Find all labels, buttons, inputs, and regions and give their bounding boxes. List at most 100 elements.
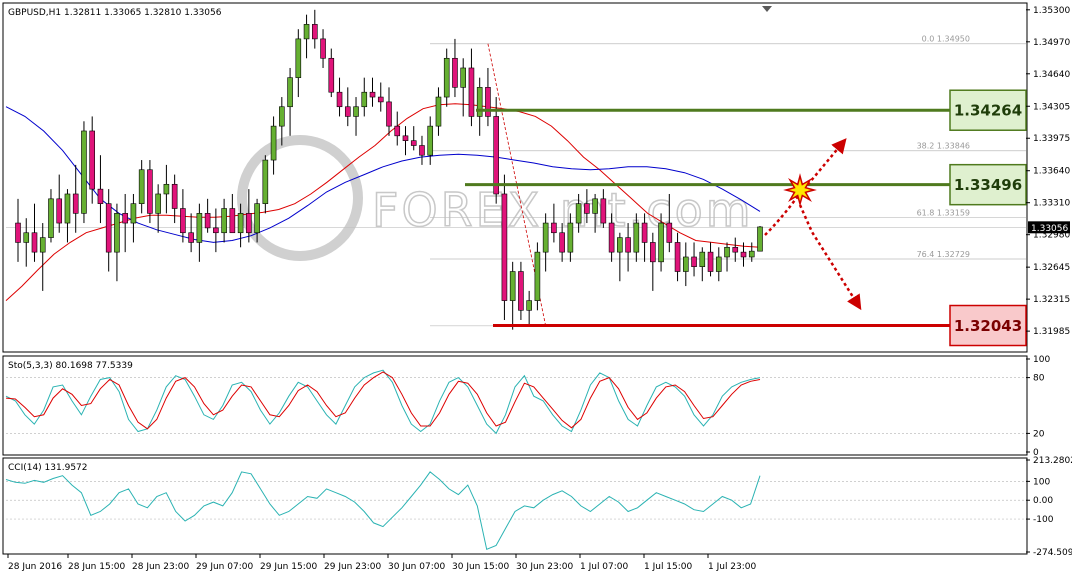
candle-bullish[interactable] <box>748 250 755 258</box>
candle-bullish[interactable] <box>196 213 203 243</box>
candle-bullish[interactable] <box>526 300 532 311</box>
candle-bearish[interactable] <box>229 208 236 234</box>
candle-bearish[interactable] <box>246 213 252 234</box>
candle-bullish[interactable] <box>262 159 269 204</box>
candle-bearish[interactable] <box>97 188 104 204</box>
candle-bullish[interactable] <box>130 203 137 224</box>
candle-bullish[interactable] <box>715 256 722 272</box>
candle-bearish[interactable] <box>180 208 186 234</box>
y-tick-label: 1.33640 <box>1033 167 1070 177</box>
candle-bearish[interactable] <box>452 57 458 88</box>
candle-bullish[interactable] <box>64 193 71 224</box>
candle-bullish[interactable] <box>427 125 434 156</box>
candle-bullish[interactable] <box>163 183 170 195</box>
candle-bullish[interactable] <box>509 271 516 301</box>
candle-bullish[interactable] <box>575 203 582 224</box>
candle-bullish[interactable] <box>39 237 46 253</box>
candle-bearish[interactable] <box>122 213 128 224</box>
candle-bearish[interactable] <box>328 57 335 93</box>
candle-bearish[interactable] <box>147 169 153 214</box>
candle-bullish[interactable] <box>287 77 293 108</box>
candle-bearish[interactable] <box>468 67 475 117</box>
candle-bearish[interactable] <box>732 246 739 253</box>
candle-bullish[interactable] <box>237 213 244 234</box>
candle-bullish[interactable] <box>617 237 623 253</box>
candle-bullish[interactable] <box>658 222 664 263</box>
candle-bullish[interactable] <box>542 222 549 253</box>
candle-bullish[interactable] <box>757 226 763 252</box>
candle-bearish[interactable] <box>410 140 417 146</box>
candle-bullish[interactable] <box>155 193 161 214</box>
candle-bearish[interactable] <box>31 232 38 253</box>
candle-bullish[interactable] <box>221 208 227 234</box>
candle-bullish[interactable] <box>435 96 442 127</box>
candle-bearish[interactable] <box>419 145 425 156</box>
candle-bearish[interactable] <box>625 237 631 253</box>
candle-bullish[interactable] <box>724 246 730 258</box>
candle-bearish[interactable] <box>666 222 673 243</box>
candle-bullish[interactable] <box>460 67 467 88</box>
candle-bearish[interactable] <box>641 222 648 243</box>
candle-bullish[interactable] <box>443 57 450 98</box>
candle-bearish[interactable] <box>320 38 326 59</box>
candle-bullish[interactable] <box>279 106 285 127</box>
candle-bearish[interactable] <box>584 203 590 214</box>
candle-bearish[interactable] <box>171 183 178 209</box>
candle-bearish[interactable] <box>551 222 557 234</box>
candle-bearish[interactable] <box>394 125 401 137</box>
candle-bearish[interactable] <box>650 242 656 263</box>
candle-bullish[interactable] <box>23 232 30 243</box>
candle-bullish[interactable] <box>254 203 260 234</box>
candle-bullish[interactable] <box>270 125 277 161</box>
candle-bullish[interactable] <box>476 87 483 117</box>
candle-bearish[interactable] <box>485 87 491 117</box>
candle-bearish[interactable] <box>493 116 499 195</box>
candle-bearish[interactable] <box>56 198 63 224</box>
candle-bullish[interactable] <box>303 24 310 40</box>
candle-bearish[interactable] <box>600 198 607 224</box>
candle-bullish[interactable] <box>138 169 145 204</box>
candle-bullish[interactable] <box>682 256 689 272</box>
candle-bearish[interactable] <box>377 96 384 103</box>
candle-bearish[interactable] <box>72 193 79 214</box>
cci-panel[interactable] <box>2 457 1028 555</box>
cci-title: CCI(14) 131.9572 <box>8 463 88 473</box>
candle-bullish[interactable] <box>567 222 574 253</box>
candle-bullish[interactable] <box>633 222 640 253</box>
stochastic-panel[interactable] <box>2 355 1028 456</box>
cci-y-tick-label: -100 <box>1033 515 1054 525</box>
candle-bullish[interactable] <box>592 198 598 214</box>
candle-bearish[interactable] <box>105 203 112 253</box>
candle-bullish[interactable] <box>81 130 87 214</box>
fibonacci-level-label: 38.2 1.33846 <box>917 142 970 151</box>
candle-bullish[interactable] <box>353 106 359 117</box>
candle-bearish[interactable] <box>501 193 508 301</box>
candle-bearish[interactable] <box>691 256 697 267</box>
candle-bullish[interactable] <box>114 213 120 253</box>
candle-bearish[interactable] <box>188 232 194 243</box>
candle-bearish[interactable] <box>707 251 714 272</box>
candle-bearish[interactable] <box>89 130 95 190</box>
candle-bearish[interactable] <box>608 222 615 253</box>
candle-bullish[interactable] <box>534 251 541 301</box>
candle-bearish[interactable] <box>740 251 747 258</box>
candle-bullish[interactable] <box>361 91 368 108</box>
candle-bearish[interactable] <box>518 271 524 311</box>
price-tag-label: 1.33056 <box>1031 224 1068 234</box>
candle-bearish[interactable] <box>386 101 392 127</box>
x-tick-label: 29 Jun 07:00 <box>196 562 253 572</box>
candle-bullish[interactable] <box>48 198 54 238</box>
candle-bullish[interactable] <box>295 38 302 78</box>
candle-bearish[interactable] <box>15 222 21 243</box>
candle-bearish[interactable] <box>213 227 219 234</box>
candle-bearish[interactable] <box>336 91 343 108</box>
candle-bullish[interactable] <box>699 251 706 267</box>
candle-bearish[interactable] <box>204 213 211 229</box>
candle-bearish[interactable] <box>369 91 376 98</box>
x-tick-label: 28 Jun 15:00 <box>68 562 125 572</box>
candle-bearish[interactable] <box>311 24 318 40</box>
candle-bearish[interactable] <box>344 106 351 117</box>
candle-bearish[interactable] <box>402 135 409 141</box>
candle-bearish[interactable] <box>559 232 565 253</box>
candle-bearish[interactable] <box>674 242 681 272</box>
